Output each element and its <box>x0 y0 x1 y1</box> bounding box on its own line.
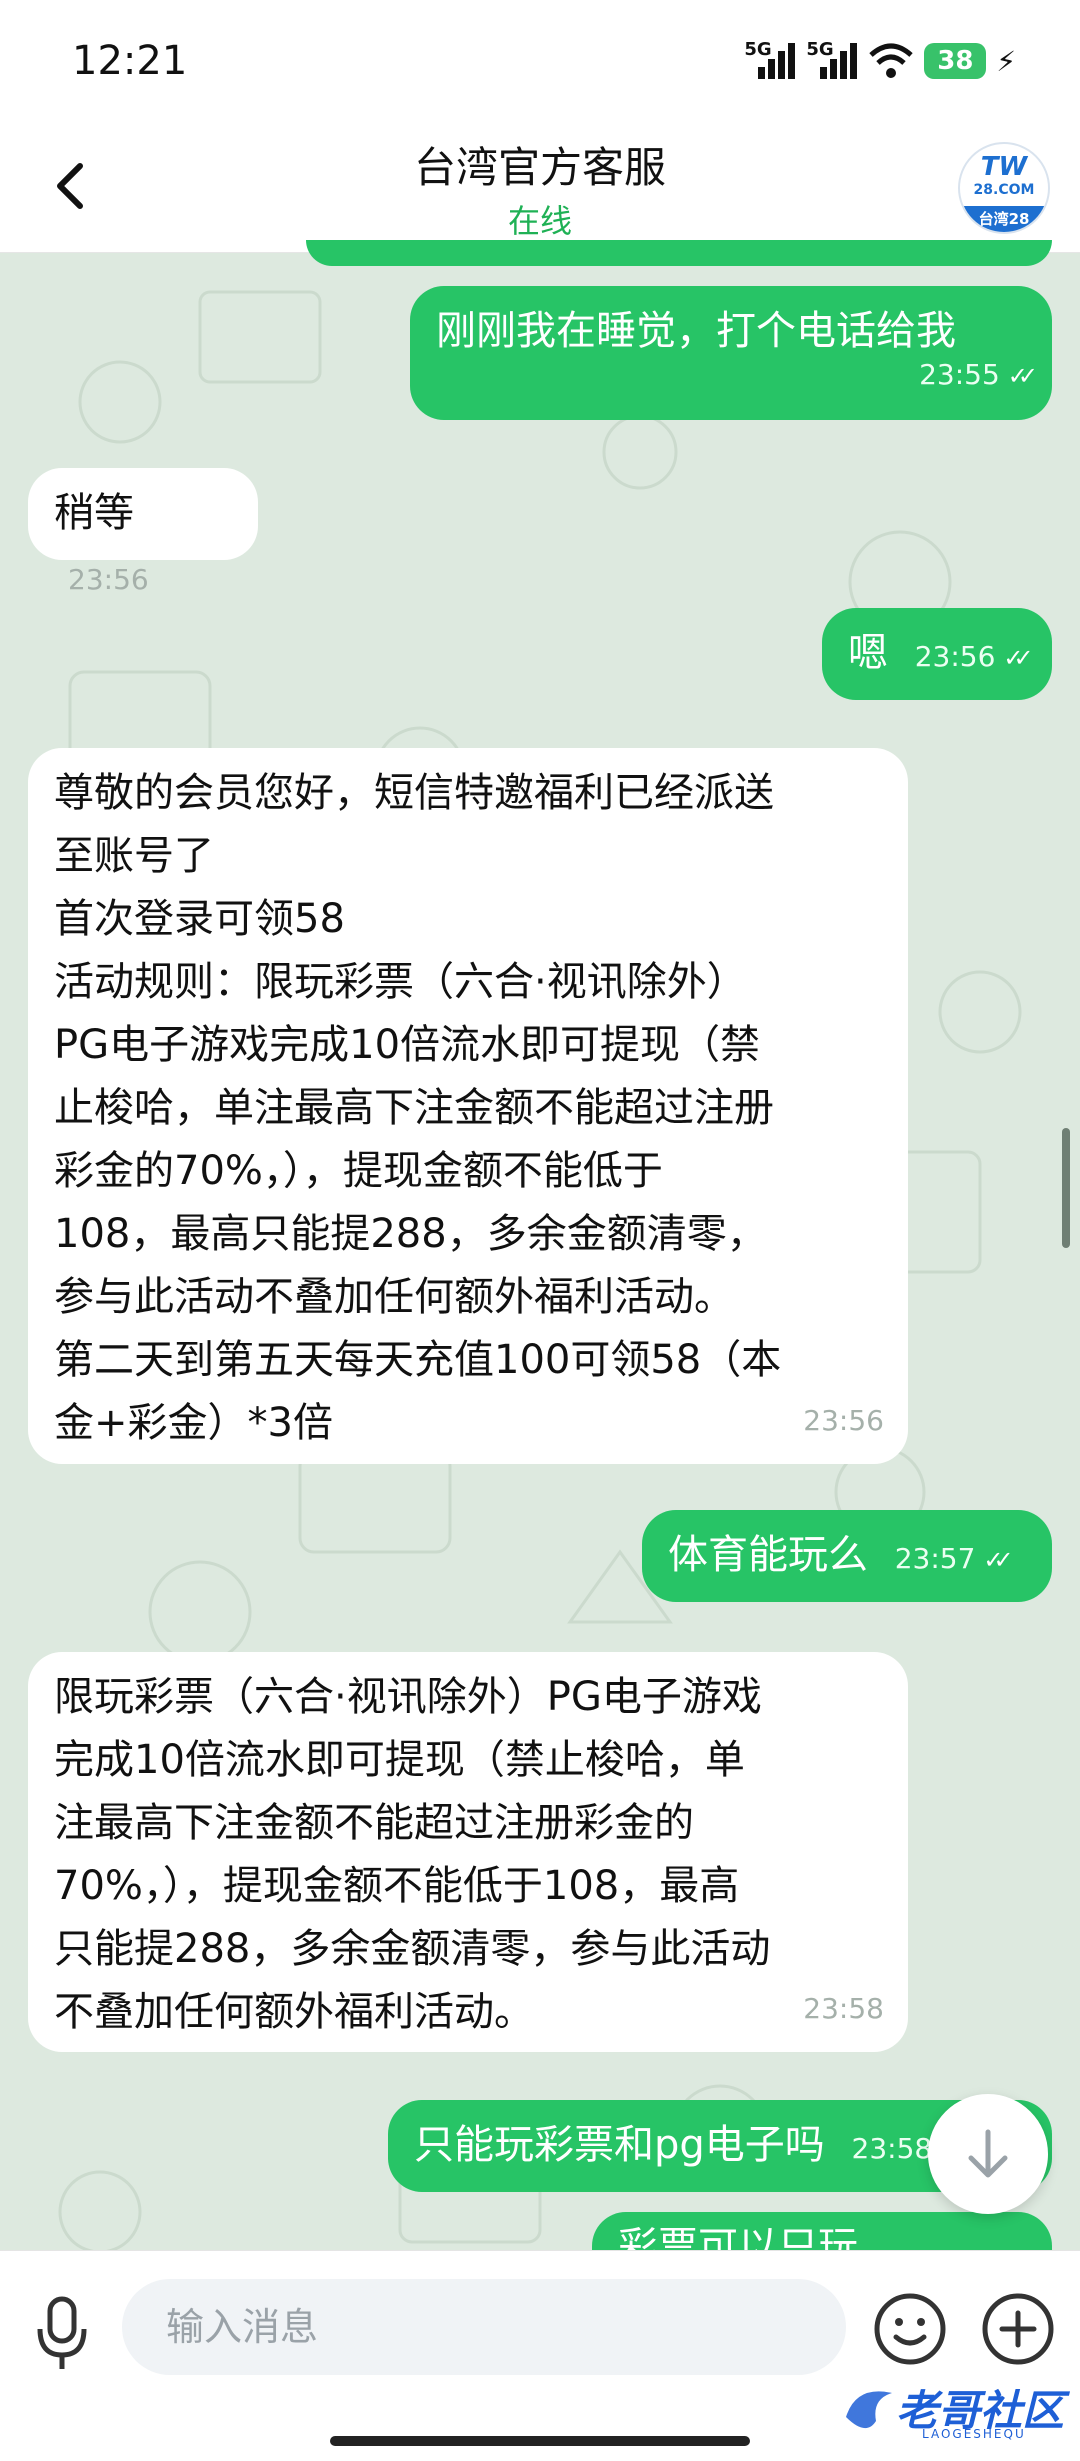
battery-icon: 38 <box>924 43 987 79</box>
composer-bar: 老哥社区 LAOGESHEQU <box>0 2250 1080 2461</box>
status-time: 12:21 <box>72 38 188 84</box>
message-time: 23:57 <box>894 1542 976 1575</box>
watermark-swirl-icon <box>846 2391 892 2429</box>
message-bubble-outgoing[interactable]: 刚刚我在睡觉，打个电话给我 23:55 ✓✓ <box>410 286 1052 420</box>
scrollbar[interactable] <box>1062 1128 1070 1248</box>
message-time: 23:58 <box>803 1992 884 2025</box>
message-meta: 23:55 ✓✓ <box>919 340 1038 408</box>
emoji-icon[interactable] <box>872 2291 948 2367</box>
message-time: 23:56 <box>803 1404 884 1437</box>
message-bubble-incoming[interactable]: 尊敬的会员您好，短信特邀福利已经派送 至账号了 首次登录可领58 活动规则：限玩… <box>28 748 908 1464</box>
message-text: 体育能玩么 <box>668 1532 868 1578</box>
message-bubble-outgoing[interactable]: 嗯 23:56 ✓✓ <box>822 608 1052 700</box>
message-text: 只能玩彩票和pg电子吗 <box>414 2122 825 2168</box>
message-bubble-incoming[interactable]: 限玩彩票（六合·视讯除外）PG电子游戏 完成10倍流水即可提现（禁止梭哈，单 注… <box>28 1652 908 2052</box>
avatar-logo-line2: 28.COM <box>973 182 1035 198</box>
message-text: 尊敬的会员您好，短信特邀福利已经派送 至账号了 首次登录可领58 活动规则：限玩… <box>54 770 782 1446</box>
scroll-to-bottom-button[interactable] <box>928 2094 1048 2214</box>
message-meta: 23:56 <box>803 1386 884 1452</box>
online-status: 在线 <box>507 202 572 240</box>
message-bubble-incoming[interactable]: 稍等 23:56 <box>28 468 258 596</box>
message-text: 限玩彩票（六合·视讯除外）PG电子游戏 完成10倍流水即可提现（禁止梭哈，单 注… <box>54 1674 771 2035</box>
message-bubble-previous[interactable] <box>306 240 1052 266</box>
message-text: 彩票可以只玩 <box>618 2224 858 2250</box>
message-bubble-outgoing[interactable]: 体育能玩么 23:57 ✓✓ <box>642 1510 1052 1602</box>
arrow-down-icon <box>968 2129 1008 2178</box>
signal-icon: 5G <box>744 39 796 81</box>
chat-title: 台湾官方客服 <box>413 143 666 192</box>
message-bubble-outgoing-partial[interactable]: 彩票可以只玩 <box>592 2212 1052 2250</box>
signal-label-2: 5G <box>806 39 834 60</box>
signal-label: 5G <box>744 39 772 60</box>
signal-icon-2: 5G <box>806 39 858 81</box>
message-time: 23:58 <box>851 2132 933 2165</box>
avatar-logo-line3: 台湾28 <box>960 206 1048 232</box>
status-icons: 5G 5G 38 ⚡ <box>744 38 1016 84</box>
read-receipt-icon: ✓✓ <box>1007 362 1038 390</box>
home-indicator[interactable] <box>330 2436 750 2446</box>
message-input[interactable] <box>122 2279 846 2375</box>
status-bar: 12:21 5G 5G 38 ⚡ <box>0 0 1080 120</box>
read-receipt-icon: ✓✓ <box>983 1546 1013 1574</box>
read-receipt-icon: ✓✓ <box>1003 644 1033 672</box>
message-time: 23:56 <box>914 640 996 673</box>
chat-header: 台湾官方客服 在线 TW 28.COM 台湾28 <box>0 120 1080 253</box>
message-text: 稍等 <box>54 490 134 536</box>
watermark-subtext: LAOGESHEQU <box>922 2427 1026 2441</box>
message-time: 23:56 <box>68 563 149 596</box>
charging-icon: ⚡ <box>996 44 1016 78</box>
watermark-logo: 老哥社区 LAOGESHEQU <box>836 2373 1066 2447</box>
avatar-logo-line1: TW <box>980 152 1028 182</box>
message-meta: 23:58 <box>803 1974 884 2040</box>
contact-avatar[interactable]: TW 28.COM 台湾28 <box>958 142 1050 234</box>
message-text: 嗯 <box>848 630 888 676</box>
message-time: 23:55 <box>919 358 1000 391</box>
add-attachment-icon[interactable] <box>980 2291 1056 2367</box>
wifi-icon <box>869 43 913 78</box>
microphone-icon[interactable] <box>30 2293 94 2373</box>
